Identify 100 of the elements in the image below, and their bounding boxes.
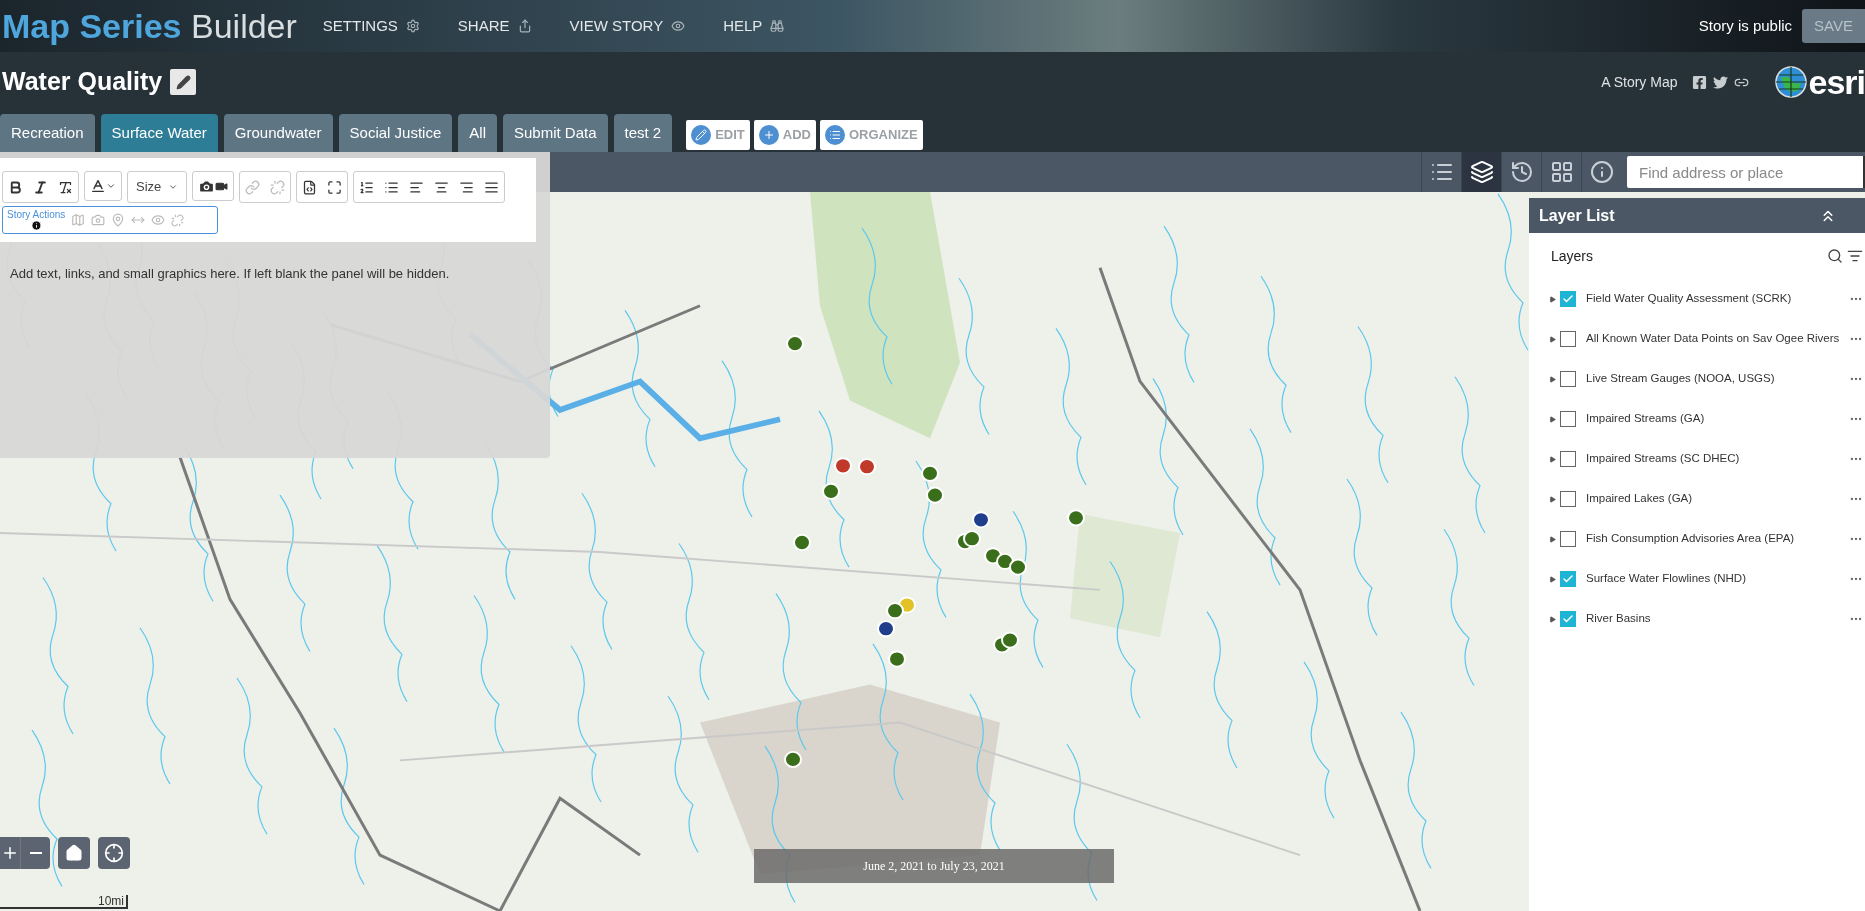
- minus-icon: [29, 852, 42, 854]
- align-center-icon: [434, 179, 449, 195]
- story-tab[interactable]: Social Justice: [338, 114, 453, 152]
- map-marker[interactable]: [1001, 631, 1019, 649]
- expand-icon[interactable]: [1549, 615, 1556, 623]
- story-tab[interactable]: All: [458, 114, 497, 152]
- map-marker[interactable]: [888, 650, 906, 668]
- visibility-status: Story is public: [1698, 15, 1793, 36]
- link-icon: [245, 179, 260, 195]
- bold-icon: [8, 179, 23, 195]
- story-tab[interactable]: Recreation: [0, 114, 95, 152]
- save-button[interactable]: SAVE: [1802, 9, 1865, 43]
- camera-icon: [91, 213, 106, 227]
- eye-icon: [151, 213, 166, 227]
- expand-icon[interactable]: [1549, 535, 1556, 543]
- add-icon: [762, 129, 775, 141]
- layers-heading: Layers: [1551, 246, 1594, 266]
- tab-action-button[interactable]: ADD: [753, 120, 816, 150]
- nav-link[interactable]: SETTINGS: [322, 14, 420, 38]
- bullet-list-icon: [384, 179, 399, 195]
- story-tab[interactable]: Submit Data: [502, 114, 608, 152]
- italic-icon: [33, 179, 48, 195]
- pencil-icon: [175, 74, 191, 90]
- time-extent-label: June 2, 2021 to July 23, 2021: [754, 849, 1114, 883]
- justify-icon: [484, 179, 499, 195]
- basemap-icon: [1549, 160, 1574, 184]
- check-icon: [1562, 613, 1574, 625]
- expand-icon[interactable]: [1549, 495, 1556, 503]
- expand-icon[interactable]: [1549, 575, 1556, 583]
- unlink-icon: [171, 213, 185, 227]
- layer-name: Impaired Streams (SC DHEC): [1586, 451, 1740, 467]
- story-tab[interactable]: Groundwater: [223, 114, 333, 152]
- text-color-button[interactable]: [84, 171, 122, 201]
- layer-checkbox[interactable]: [1560, 571, 1576, 587]
- edit-title-button[interactable]: [170, 69, 197, 95]
- expand-icon[interactable]: [1549, 335, 1556, 343]
- map-icon: [71, 213, 86, 227]
- expand-icon[interactable]: [1549, 295, 1556, 303]
- align-right-icon: [459, 179, 474, 195]
- plus-icon: [1, 844, 19, 862]
- layer-name: Surface Water Flowlines (NHD): [1586, 571, 1746, 587]
- layer-checkbox[interactable]: [1560, 331, 1576, 347]
- expand-icon[interactable]: [1549, 415, 1556, 423]
- unlink-icon: [270, 179, 285, 195]
- layer-name: Field Water Quality Assessment (SCRK): [1586, 291, 1792, 307]
- panel-placeholder-text: Add text, links, and small graphics here. If left blank the panel will be hidden.: [10, 265, 451, 283]
- home-button[interactable]: [58, 837, 90, 869]
- view-icon: [671, 19, 686, 33]
- nav-link[interactable]: VIEW STORY: [569, 14, 686, 38]
- story-tab[interactable]: Surface Water: [100, 114, 218, 152]
- layer-checkbox[interactable]: [1560, 371, 1576, 387]
- search-icon[interactable]: [1827, 248, 1843, 264]
- expand-icon[interactable]: [1549, 375, 1556, 383]
- camera-icon: [198, 177, 215, 195]
- layer-checkbox[interactable]: [1560, 491, 1576, 507]
- filter-icon[interactable]: [1847, 248, 1863, 264]
- caret-icon: [168, 182, 178, 192]
- home-icon: [65, 844, 83, 862]
- nav-link[interactable]: HELP: [723, 14, 785, 38]
- map-tool-button[interactable]: [1461, 152, 1501, 192]
- map-marker[interactable]: [926, 486, 944, 504]
- font-size-dropdown[interactable]: Size: [127, 171, 187, 203]
- expand-icon[interactable]: [1549, 455, 1556, 463]
- layer-name: River Basins: [1586, 611, 1651, 627]
- story-title: Water Quality: [2, 66, 163, 98]
- numbered-list-icon: [359, 179, 374, 195]
- nav-link[interactable]: SHARE: [457, 14, 532, 38]
- media-button[interactable]: [192, 171, 234, 201]
- layer-name: Live Stream Gauges (NOOA, USGS): [1586, 371, 1775, 387]
- locate-button[interactable]: [98, 837, 130, 869]
- edit-icon: [695, 129, 708, 141]
- font-size-label: Size: [136, 178, 162, 197]
- facebook-icon[interactable]: [1691, 74, 1707, 90]
- layer-checkbox[interactable]: [1560, 291, 1576, 307]
- settings-icon: [405, 19, 420, 33]
- map-marker[interactable]: [1009, 558, 1027, 576]
- info-icon: [30, 220, 42, 231]
- maximize-icon: [327, 179, 342, 195]
- help-icon: [770, 19, 785, 33]
- check-icon: [1562, 293, 1574, 305]
- align-left-icon: [409, 179, 424, 195]
- layer-name: Impaired Streams (GA): [1586, 411, 1705, 427]
- map-marker[interactable]: [1067, 509, 1085, 527]
- layer-name: Impaired Lakes (GA): [1586, 491, 1693, 507]
- caret-icon: [106, 181, 116, 191]
- layer-checkbox[interactable]: [1560, 611, 1576, 627]
- clear-format-icon: [58, 179, 73, 195]
- tab-action-button[interactable]: EDIT: [686, 120, 750, 150]
- twitter-icon[interactable]: [1712, 74, 1728, 90]
- scale-label: 10mi: [98, 895, 124, 907]
- search-field[interactable]: Find address or place: [1627, 156, 1865, 188]
- layer-checkbox[interactable]: [1560, 451, 1576, 467]
- tab-action-button[interactable]: ORGANIZE: [820, 120, 923, 150]
- panel-title: Layer List: [1539, 205, 1615, 226]
- layer-checkbox[interactable]: [1560, 411, 1576, 427]
- layer-name: All Known Water Data Points on Sav Ogee Rivers: [1586, 331, 1840, 347]
- layer-checkbox[interactable]: [1560, 531, 1576, 547]
- pin-icon: [111, 213, 126, 227]
- story-tab[interactable]: test 2: [613, 114, 673, 152]
- layer-name: Fish Consumption Advisories Area (EPA): [1586, 531, 1795, 547]
